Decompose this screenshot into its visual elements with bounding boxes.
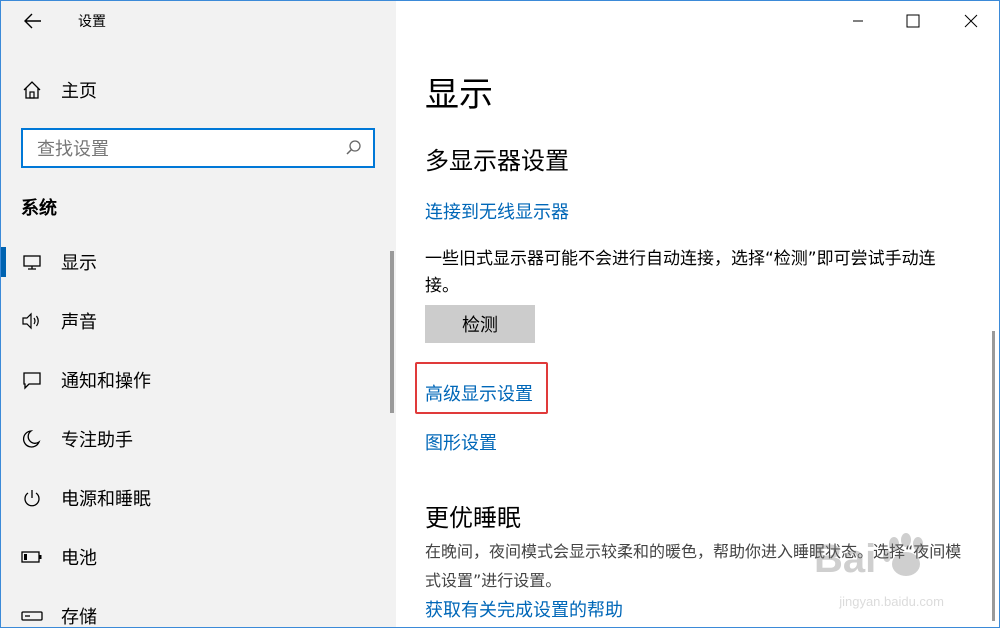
sidebar-item-label: 通知和操作	[61, 371, 151, 392]
main-content: 显示 多显示器设置 连接到无线显示器 一些旧式显示器可能不会进行自动连接，选择“…	[396, 1, 999, 627]
settings-window: 设置 主页 系统 显示 声音	[0, 0, 1000, 628]
sidebar-item-label: 专注助手	[61, 430, 133, 451]
multi-display-heading: 多显示器设置	[425, 147, 569, 175]
help-link[interactable]: 获取有关完成设置的帮助	[425, 596, 623, 622]
nav-home[interactable]: 主页	[1, 68, 396, 112]
sidebar-item-notifications[interactable]: 通知和操作	[1, 358, 396, 402]
sidebar-item-focus-assist[interactable]: 专注助手	[1, 417, 396, 461]
back-arrow-icon[interactable]	[21, 9, 45, 33]
sidebar-item-label: 显示	[61, 253, 97, 274]
detect-button[interactable]: 检测	[425, 305, 535, 343]
sidebar-item-sound[interactable]: 声音	[1, 299, 396, 343]
speaker-icon	[21, 310, 43, 332]
sidebar-item-display[interactable]: 显示	[1, 240, 396, 284]
main-scrollbar[interactable]	[992, 331, 995, 621]
sidebar-item-storage[interactable]: 存储	[1, 594, 396, 628]
sidebar-item-label: 存储	[61, 607, 97, 628]
close-button[interactable]	[956, 7, 986, 35]
sidebar-item-power-sleep[interactable]: 电源和睡眠	[1, 476, 396, 520]
monitor-icon	[21, 251, 43, 273]
moon-icon	[21, 428, 43, 450]
section-header-system: 系统	[21, 198, 57, 219]
storage-icon	[21, 605, 43, 627]
connect-wireless-display-link[interactable]: 连接到无线显示器	[425, 198, 569, 224]
maximize-icon	[906, 14, 920, 28]
sidebar: 设置 主页 系统 显示 声音	[1, 1, 396, 628]
minimize-button[interactable]	[843, 7, 873, 35]
sidebar-item-battery[interactable]: 电池	[1, 535, 396, 579]
baidu-paw-logo-icon: Bai	[814, 533, 923, 581]
home-icon	[21, 79, 43, 101]
search-box[interactable]	[21, 128, 375, 168]
nav-home-label: 主页	[61, 81, 97, 102]
search-icon[interactable]	[345, 139, 363, 157]
baidu-watermark: Bai jingyan.baidu.com	[754, 524, 944, 624]
minimize-icon	[853, 20, 863, 22]
svg-text:Bai: Bai	[814, 537, 876, 581]
graphics-settings-link[interactable]: 图形设置	[425, 429, 497, 455]
search-input[interactable]	[35, 136, 339, 162]
sidebar-item-label: 电池	[61, 548, 97, 569]
power-icon	[21, 487, 43, 509]
watermark-text: jingyan.baidu.com	[839, 594, 944, 609]
multi-display-description: 一些旧式显示器可能不会进行自动连接，选择“检测”即可尝试手动连接。	[425, 249, 936, 296]
sidebar-scrollbar[interactable]	[390, 251, 394, 413]
page-title: 显示	[425, 75, 493, 115]
window-title: 设置	[78, 14, 106, 30]
selection-indicator	[1, 247, 6, 277]
maximize-button[interactable]	[898, 7, 928, 35]
sidebar-item-label: 声音	[61, 312, 97, 333]
notification-icon	[21, 369, 43, 391]
battery-icon	[21, 546, 43, 568]
close-icon	[964, 14, 978, 28]
better-sleep-heading: 更优睡眠	[425, 504, 521, 532]
advanced-display-settings-link[interactable]: 高级显示设置	[425, 380, 533, 406]
sidebar-item-label: 电源和睡眠	[61, 489, 151, 510]
